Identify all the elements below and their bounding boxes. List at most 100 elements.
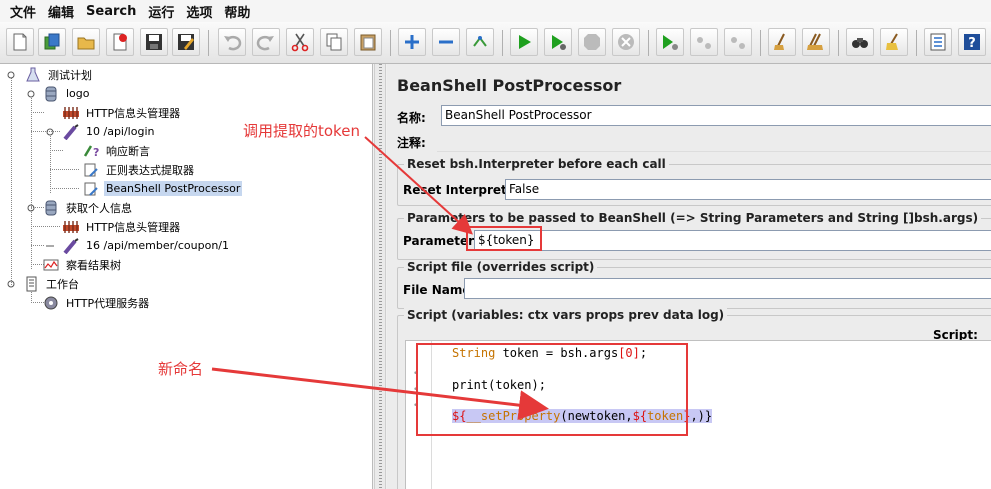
- extractor-icon: [82, 162, 100, 178]
- parameters-field[interactable]: ${token}: [474, 230, 991, 251]
- tree-node[interactable]: ? 响应断言: [82, 141, 152, 160]
- tree-node-label: 正则表达式提取器: [106, 163, 194, 177]
- sampler-icon: [62, 123, 80, 140]
- postprocessor-icon: [82, 181, 100, 197]
- shutdown-icon[interactable]: [612, 28, 640, 56]
- tree-node-label: 10 /api/login: [86, 125, 155, 138]
- help-icon[interactable]: ?: [958, 28, 986, 56]
- tree-node[interactable]: 正则表达式提取器: [82, 160, 196, 179]
- annotation-label-token: 调用提取的token: [243, 122, 360, 140]
- tree-node-label: logo: [66, 87, 90, 100]
- start-icon[interactable]: [510, 28, 538, 56]
- splitter-grip: [379, 64, 382, 489]
- tree-node[interactable]: 工作台: [22, 274, 81, 293]
- parameters-legend: Parameters to be passed to BeanShell (=>…: [404, 211, 982, 225]
- file-name-field[interactable]: [464, 278, 991, 299]
- tree-toggle-logo[interactable]: [26, 88, 36, 98]
- tree-node-label: 响应断言: [106, 144, 150, 158]
- menu-bar: 文件 编辑 Search 运行 选项 帮助: [0, 0, 991, 22]
- name-field[interactable]: BeanShell PostProcessor: [441, 105, 991, 126]
- tree-node[interactable]: HTTP信息头管理器: [62, 103, 182, 122]
- tree-node[interactable]: HTTP信息头管理器: [62, 217, 182, 236]
- tree-node-label: 16 /api/member/coupon/1: [86, 239, 229, 252]
- open-icon[interactable]: [72, 28, 100, 56]
- header-manager-icon: [62, 219, 80, 235]
- menu-search[interactable]: Search: [80, 4, 142, 19]
- tree-node[interactable]: 16 /api/member/coupon/1: [62, 236, 231, 255]
- tree-node-label: HTTP信息头管理器: [86, 220, 181, 234]
- tree-node[interactable]: 测试计划: [24, 65, 94, 84]
- toggle-icon[interactable]: [466, 28, 494, 56]
- clear-all-icon[interactable]: [802, 28, 830, 56]
- tree-node-selected[interactable]: BeanShell PostProcessor: [82, 179, 243, 198]
- tree-node[interactable]: logo: [42, 84, 92, 103]
- sampler-icon: [62, 237, 80, 254]
- reset-interpreter-select[interactable]: False: [505, 179, 991, 200]
- svg-text:?: ?: [93, 146, 99, 159]
- proxy-icon: [42, 295, 60, 311]
- assertion-icon: ?: [82, 143, 100, 159]
- templates-icon[interactable]: [38, 28, 66, 56]
- thread-group-icon: [42, 200, 60, 216]
- start-no-pause-icon[interactable]: [544, 28, 572, 56]
- tree-node-label: 获取个人信息: [66, 201, 132, 215]
- tree-node[interactable]: 获取个人信息: [42, 198, 134, 217]
- new-file-icon[interactable]: [6, 28, 34, 56]
- script-legend: Script (variables: ctx vars props prev d…: [404, 308, 728, 322]
- clear-icon[interactable]: [768, 28, 796, 56]
- tree-toggle-login[interactable]: [45, 126, 55, 136]
- tree-toggle-profile[interactable]: [26, 202, 36, 212]
- tree-node[interactable]: HTTP代理服务器: [42, 293, 151, 312]
- stop-icon[interactable]: [578, 28, 606, 56]
- panel-splitter[interactable]: [374, 64, 386, 489]
- panel-title: BeanShell PostProcessor: [397, 76, 622, 95]
- remote-stop-icon[interactable]: [690, 28, 718, 56]
- function-helper-icon[interactable]: [924, 28, 952, 56]
- remote-shutdown-icon[interactable]: [724, 28, 752, 56]
- menu-options[interactable]: 选项: [180, 2, 218, 21]
- name-label: 名称:: [397, 111, 426, 125]
- annotation-label-rename: 新命名: [158, 360, 204, 378]
- tree-node-label: 测试计划: [48, 68, 92, 82]
- tree-toggle-workbench[interactable]: [6, 278, 16, 288]
- save-as-icon[interactable]: [172, 28, 200, 56]
- undo-icon[interactable]: [218, 28, 246, 56]
- svg-text:?: ?: [968, 36, 976, 51]
- collapse-icon[interactable]: [432, 28, 460, 56]
- tree-node-label: BeanShell PostProcessor: [104, 181, 243, 196]
- reset-interpreter-legend: Reset bsh.Interpreter before each call: [404, 157, 669, 171]
- tree-toggle-test-plan[interactable]: [6, 69, 16, 79]
- annotation-box-script: [416, 343, 688, 436]
- thread-group-icon: [42, 86, 60, 102]
- workbench-icon: [22, 276, 40, 292]
- header-manager-icon: [62, 105, 80, 121]
- tree-node-label: HTTP信息头管理器: [86, 106, 181, 120]
- tree-node-label: HTTP代理服务器: [66, 296, 150, 310]
- toolbar: ?: [0, 22, 991, 64]
- save-icon[interactable]: [140, 28, 168, 56]
- script-file-legend: Script file (overrides script): [404, 260, 598, 274]
- menu-edit[interactable]: 编辑: [42, 2, 80, 21]
- cut-icon[interactable]: [286, 28, 314, 56]
- expand-icon[interactable]: [398, 28, 426, 56]
- reset-search-icon[interactable]: [880, 28, 908, 56]
- remote-start-icon[interactable]: [656, 28, 684, 56]
- search-icon[interactable]: [846, 28, 874, 56]
- redo-icon[interactable]: [252, 28, 280, 56]
- menu-run[interactable]: 运行: [142, 2, 180, 21]
- tree-toggle-coupon[interactable]: [45, 240, 55, 250]
- paste-icon[interactable]: [354, 28, 382, 56]
- menu-file[interactable]: 文件: [4, 2, 42, 21]
- annotation-box-parameters: [466, 226, 542, 251]
- tree-node[interactable]: 10 /api/login: [62, 122, 156, 141]
- tree-node[interactable]: 察看结果树: [42, 255, 123, 274]
- comments-label: 注释:: [397, 136, 426, 150]
- jmeter-window: 文件 编辑 Search 运行 选项 帮助 ? 测试计划 logo HTTP信息…: [0, 0, 991, 489]
- menu-help[interactable]: 帮助: [218, 2, 256, 21]
- tree-node-label: 工作台: [46, 277, 79, 291]
- tree-node-label: 察看结果树: [66, 258, 121, 272]
- comments-field[interactable]: [437, 131, 991, 152]
- listener-icon: [42, 257, 60, 273]
- copy-icon[interactable]: [320, 28, 348, 56]
- close-plan-icon[interactable]: [106, 28, 134, 56]
